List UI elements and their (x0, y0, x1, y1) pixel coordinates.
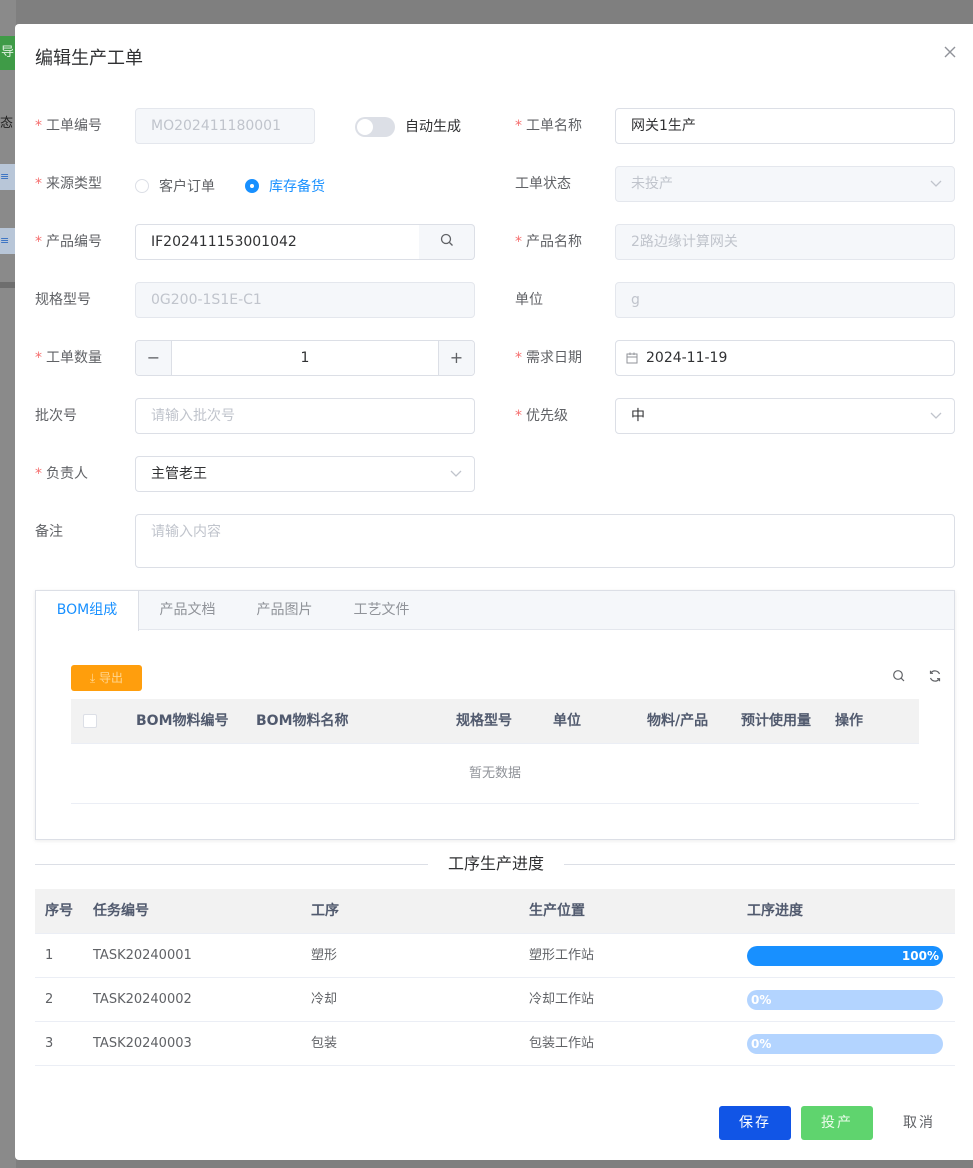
download-icon: ⤓ (89, 671, 100, 685)
chevron-down-icon (930, 399, 942, 420)
product-search-button[interactable] (419, 224, 475, 260)
source-type-label: * 来源类型 (35, 176, 102, 192)
spec-input[interactable]: 0G200-1S1E-C1 (135, 282, 475, 318)
row-location: 塑形工作站 (529, 948, 595, 963)
order-name-input[interactable]: 网关1生产 (615, 108, 955, 144)
quantity-decrease-button[interactable]: − (136, 341, 172, 375)
product-name-input[interactable]: 2路边缘计算网关 (615, 224, 955, 260)
col-index: 序号 (45, 903, 73, 919)
save-button[interactable]: 保存 (719, 1106, 791, 1140)
table-row: 2 TASK20240002 冷却 冷却工作站 0% (35, 978, 955, 1022)
chevron-down-icon (930, 167, 942, 188)
progress-bar: 100% (747, 946, 943, 966)
owner-label: * 负责人 (35, 466, 88, 482)
background-row-1: ≡ (0, 164, 16, 190)
progress-section-title: 工序生产进度 (428, 854, 565, 874)
table-row: 1 TASK20240001 塑形 塑形工作站 100% (35, 934, 955, 978)
row-task-no: TASK20240001 (93, 948, 192, 963)
tab-process-files[interactable]: 工艺文件 (333, 591, 430, 630)
launch-button[interactable]: 投产 (801, 1106, 873, 1140)
calendar-icon (626, 341, 638, 375)
chevron-down-icon (450, 457, 462, 478)
col-bom-name: BOM物料名称 (256, 713, 349, 729)
background-green-tab: 导 (0, 36, 16, 70)
row-process: 冷却 (311, 992, 338, 1007)
radio-customer-order[interactable]: 客户订单 (135, 176, 215, 196)
need-date-picker[interactable]: 2024-11-19 (615, 340, 955, 376)
row-task-no: TASK20240002 (93, 992, 192, 1007)
order-no-input[interactable]: MO202411180001 (135, 108, 315, 144)
priority-label: * 优先级 (515, 408, 568, 424)
row-index: 1 (45, 948, 54, 963)
col-task-no: 任务编号 (93, 903, 149, 919)
export-button[interactable]: ⤓ 导出 (71, 665, 142, 691)
quantity-increase-button[interactable]: + (438, 341, 474, 375)
auto-generate-label: 自动生成 (405, 119, 461, 135)
batch-no-label: 批次号 (35, 408, 77, 424)
row-task-no: TASK20240003 (93, 1036, 192, 1051)
remark-textarea[interactable]: 请输入内容 (135, 514, 955, 568)
tab-bom[interactable]: BOM组成 (36, 591, 139, 631)
refresh-icon[interactable] (928, 669, 944, 685)
quantity-label: * 工单数量 (35, 350, 102, 366)
col-spec: 规格型号 (456, 713, 512, 729)
background-row-2: ≡ (0, 228, 16, 254)
progress-bar: 0% (747, 990, 943, 1010)
col-location: 生产位置 (529, 903, 585, 919)
unit-label: 单位 (515, 292, 543, 308)
order-status-label: 工单状态 (515, 176, 571, 192)
col-item-type: 物料/产品 (647, 713, 709, 729)
search-icon (440, 233, 454, 251)
row-process: 包装 (311, 1036, 338, 1051)
edit-work-order-dialog: 编辑生产工单 * 工单编号 MO202411180001 自动生成 * 工单名称 网… (15, 24, 973, 1160)
col-bom-code: BOM物料编号 (136, 713, 229, 729)
row-location: 包装工作站 (529, 1036, 595, 1051)
progress-text: 0% (751, 1037, 772, 1051)
row-index: 2 (45, 992, 54, 1007)
radio-stock-preparation[interactable]: 库存备货 (245, 176, 325, 196)
row-index: 3 (45, 1036, 54, 1051)
tab-product-docs[interactable]: 产品文档 (139, 591, 236, 630)
need-date-label: * 需求日期 (515, 350, 582, 366)
priority-select[interactable]: 中 (615, 398, 955, 434)
empty-placeholder: 暂无数据 (71, 744, 919, 804)
tab-product-images[interactable]: 产品图片 (236, 591, 333, 630)
row-location: 冷却工作站 (529, 992, 595, 1007)
dialog-title: 编辑生产工单 (35, 48, 143, 69)
table-row: 3 TASK20240003 包装 包装工作站 0% (35, 1022, 955, 1066)
col-unit: 单位 (553, 713, 581, 729)
col-actions: 操作 (835, 713, 863, 729)
progress-text: 0% (751, 993, 772, 1007)
col-progress: 工序进度 (747, 903, 803, 919)
order-status-select[interactable]: 未投产 (615, 166, 955, 202)
bom-table-header: BOM物料编号 BOM物料名称 规格型号 单位 物料/产品 预计使用量 操作 (71, 699, 919, 744)
detail-tabs: BOM组成 产品文档 产品图片 工艺文件 ⤓ 导出 BOM物料编号 BOM物料名… (35, 590, 955, 840)
quantity-value[interactable]: 1 (172, 341, 438, 375)
quantity-stepper[interactable]: − 1 + (135, 340, 475, 376)
background-divider (0, 282, 16, 288)
product-code-input[interactable]: IF202411153001042 (135, 224, 420, 260)
unit-input[interactable]: g (615, 282, 955, 318)
cancel-button[interactable]: 取消 (891, 1106, 947, 1140)
row-process: 塑形 (311, 948, 338, 963)
product-code-label: * 产品编号 (35, 234, 102, 250)
col-expected-usage: 预计使用量 (741, 713, 811, 729)
progress-table-header: 序号 任务编号 工序 生产位置 工序进度 (35, 889, 955, 934)
close-icon[interactable] (943, 42, 957, 62)
order-name-label: * 工单名称 (515, 118, 582, 134)
batch-no-input[interactable]: 请输入批次号 (135, 398, 475, 434)
auto-generate-switch[interactable] (355, 117, 395, 137)
progress-text: 100% (901, 949, 939, 963)
remark-label: 备注 (35, 524, 63, 540)
progress-bar: 0% (747, 1034, 943, 1054)
owner-select[interactable]: 主管老王 (135, 456, 475, 492)
background-status-text: 态 (0, 116, 14, 131)
search-icon[interactable] (892, 669, 908, 685)
tab-bar: BOM组成 产品文档 产品图片 工艺文件 (36, 591, 954, 631)
order-no-label: * 工单编号 (35, 118, 102, 134)
col-process: 工序 (311, 903, 339, 919)
select-all-checkbox[interactable] (83, 714, 97, 728)
product-name-label: * 产品名称 (515, 234, 582, 250)
spec-label: 规格型号 (35, 292, 91, 308)
